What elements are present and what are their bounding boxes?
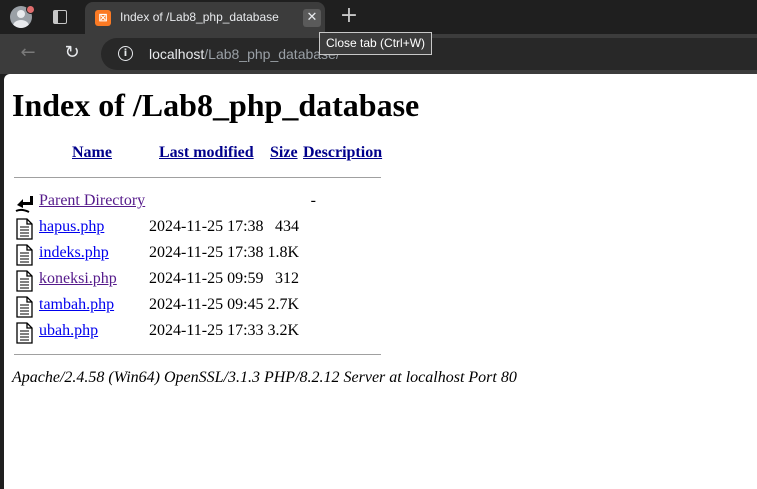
profile-status-dot: [26, 5, 35, 14]
url-text: localhost/Lab8_php_database/: [149, 46, 340, 62]
file-row: tambah.php 2024-11-25 09:45 2.7K: [14, 295, 394, 318]
parent-directory-link[interactable]: Parent Directory: [39, 192, 145, 210]
tab-strip: ⊠ Index of /Lab8_php_database ✕ +: [0, 0, 757, 34]
url-host: localhost: [149, 46, 205, 62]
xampp-favicon-icon: ⊠: [95, 10, 111, 26]
file-size: 312: [275, 270, 299, 287]
file-text-icon: [16, 322, 33, 344]
close-tab-icon[interactable]: ✕: [303, 9, 321, 27]
file-text-icon: [16, 244, 33, 266]
file-size: 434: [275, 218, 299, 235]
file-text-icon: [16, 296, 33, 318]
back-folder-icon: [15, 196, 33, 213]
back-arrow-icon[interactable]: ←: [17, 42, 39, 64]
footer-divider: [14, 354, 381, 355]
file-link-indeks[interactable]: indeks.php: [39, 244, 109, 262]
tab-title: Index of /Lab8_php_database: [120, 10, 279, 24]
file-modified: 2024-11-25 17:38: [149, 244, 264, 261]
page-content: Index of /Lab8_php_database Name Last mo…: [4, 74, 757, 489]
file-modified: 2024-11-25 17:38: [149, 218, 264, 235]
file-size: 3.2K: [267, 322, 299, 339]
reload-icon[interactable]: ↻: [61, 42, 83, 64]
file-modified: 2024-11-25 09:45: [149, 296, 264, 313]
column-header-size[interactable]: Size: [270, 144, 298, 162]
parent-size: -: [310, 192, 316, 209]
avatar-head-shape: [17, 10, 25, 18]
file-size: 1.8K: [267, 244, 299, 261]
file-text-icon: [16, 218, 33, 240]
file-size: 2.7K: [267, 296, 299, 313]
active-tab[interactable]: ⊠ Index of /Lab8_php_database ✕: [85, 2, 325, 34]
file-row: ubah.php 2024-11-25 17:33 3.2K: [14, 321, 394, 344]
tab-actions-icon[interactable]: [53, 10, 67, 24]
site-info-icon[interactable]: i: [118, 46, 133, 61]
avatar-body-shape: [13, 20, 29, 28]
close-tab-tooltip: Close tab (Ctrl+W): [319, 32, 433, 55]
server-signature: Apache/2.4.58 (Win64) OpenSSL/3.1.3 PHP/…: [12, 369, 517, 386]
file-row: koneksi.php 2024-11-25 09:59 312: [14, 269, 394, 292]
file-modified: 2024-11-25 09:59: [149, 270, 264, 287]
column-header-name[interactable]: Name: [72, 144, 112, 162]
page-title: Index of /Lab8_php_database: [12, 87, 420, 123]
file-link-tambah[interactable]: tambah.php: [39, 296, 114, 314]
column-header-description[interactable]: Description: [303, 144, 382, 162]
file-row: hapus.php 2024-11-25 17:38 434: [14, 217, 394, 240]
file-link-ubah[interactable]: ubah.php: [39, 322, 98, 340]
file-link-koneksi[interactable]: koneksi.php: [39, 270, 117, 288]
file-modified: 2024-11-25 17:33: [149, 322, 264, 339]
column-header-last-modified[interactable]: Last modified: [159, 144, 254, 162]
new-tab-icon[interactable]: +: [339, 5, 359, 27]
parent-directory-row: Parent Directory -: [14, 191, 394, 213]
file-row: indeks.php 2024-11-25 17:38 1.8K: [14, 243, 394, 266]
file-text-icon: [16, 270, 33, 292]
header-divider: [14, 177, 381, 178]
file-link-hapus[interactable]: hapus.php: [39, 218, 104, 236]
